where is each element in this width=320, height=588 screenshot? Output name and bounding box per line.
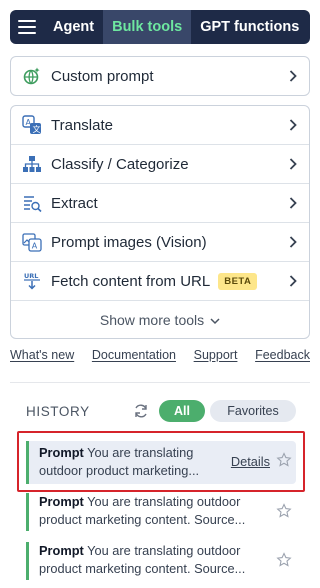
- svg-text:A: A: [32, 242, 38, 251]
- tool-fetch-url[interactable]: URL Fetch content from URL BETA: [11, 262, 309, 301]
- chevron-right-icon: [287, 275, 299, 287]
- chevron-right-icon: [287, 236, 299, 248]
- translate-icon: A文: [21, 114, 43, 136]
- beta-badge: BETA: [218, 272, 258, 290]
- tool-label: Fetch content from URL: [51, 272, 211, 290]
- tool-label-wrapper: Fetch content from URL BETA: [51, 272, 287, 290]
- history-item-prefix: Prompt: [39, 445, 84, 460]
- extract-icon: [21, 192, 43, 214]
- filter-all-button[interactable]: All: [159, 400, 205, 422]
- chevron-down-icon: [210, 312, 220, 328]
- history-item[interactable]: Prompt You are translating outdoor produ…: [26, 441, 296, 484]
- history-header: HISTORY All Favorites: [26, 400, 296, 422]
- tool-label: Classify / Categorize: [51, 155, 189, 173]
- tool-label: Extract: [51, 194, 98, 212]
- chevron-right-icon: [287, 119, 299, 131]
- star-icon[interactable]: [276, 552, 292, 568]
- footer-links: What's new Documentation Support Feedbac…: [10, 348, 310, 362]
- tool-label: Prompt images (Vision): [51, 233, 207, 251]
- tool-prompt-images[interactable]: A Prompt images (Vision): [11, 223, 309, 262]
- tab-gpt-functions[interactable]: GPT functions: [191, 10, 308, 44]
- top-navigation-bar: Agent Bulk tools GPT functions: [10, 10, 310, 44]
- tab-agent[interactable]: Agent: [44, 10, 103, 44]
- star-icon[interactable]: [276, 503, 292, 519]
- custom-prompt-button[interactable]: Custom prompt: [11, 57, 309, 95]
- tool-label: Translate: [51, 116, 113, 134]
- tools-list-card: A文 Translate Classify / Categorize Extra…: [10, 105, 310, 339]
- chevron-right-icon: [287, 70, 299, 82]
- url-download-icon: URL: [21, 270, 43, 292]
- tool-translate[interactable]: A文 Translate: [11, 106, 309, 145]
- chevron-right-icon: [287, 158, 299, 170]
- history-item-prefix: Prompt: [39, 494, 84, 509]
- svg-text:文: 文: [33, 124, 41, 134]
- filter-favorites-button[interactable]: Favorites: [210, 400, 296, 422]
- image-prompt-icon: A: [21, 231, 43, 253]
- link-documentation[interactable]: Documentation: [92, 348, 176, 362]
- history-title: HISTORY: [26, 403, 90, 419]
- show-more-tools-button[interactable]: Show more tools: [11, 301, 309, 338]
- star-icon[interactable]: [276, 452, 292, 468]
- history-item-text: Prompt You are translating outdoor produ…: [39, 542, 267, 578]
- hamburger-menu-icon[interactable]: [10, 10, 44, 44]
- history-item-text: Prompt You are translating outdoor produ…: [39, 444, 219, 480]
- link-feedback[interactable]: Feedback: [255, 348, 310, 362]
- tab-bulk-tools[interactable]: Bulk tools: [103, 10, 192, 44]
- history-item-text: Prompt You are translating outdoor produ…: [39, 493, 267, 529]
- history-item[interactable]: Prompt You are translating outdoor produ…: [26, 542, 296, 580]
- globe-sparkle-icon: [21, 65, 43, 87]
- custom-prompt-label: Custom prompt: [51, 67, 154, 85]
- refresh-icon[interactable]: [133, 402, 151, 420]
- details-link[interactable]: Details: [231, 453, 270, 471]
- chevron-right-icon: [287, 197, 299, 209]
- link-support[interactable]: Support: [194, 348, 238, 362]
- svg-text:URL: URL: [24, 272, 38, 280]
- divider: [10, 382, 310, 383]
- custom-prompt-card: Custom prompt: [10, 56, 310, 96]
- history-item[interactable]: Prompt You are translating outdoor produ…: [26, 493, 296, 531]
- history-item-prefix: Prompt: [39, 543, 84, 558]
- show-more-label: Show more tools: [99, 311, 205, 328]
- hierarchy-icon: [21, 153, 43, 175]
- tool-classify[interactable]: Classify / Categorize: [11, 145, 309, 184]
- tool-extract[interactable]: Extract: [11, 184, 309, 223]
- link-whats-new[interactable]: What's new: [10, 348, 74, 362]
